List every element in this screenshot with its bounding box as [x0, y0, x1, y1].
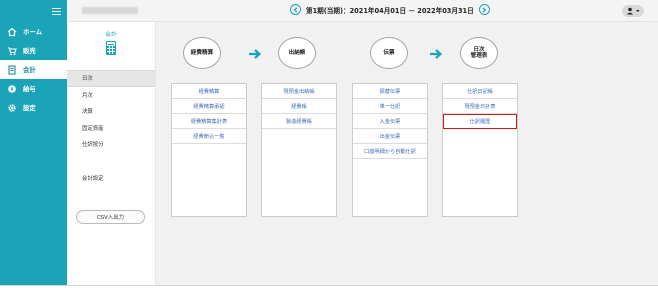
link-expense-list[interactable]: 経費節込一覧 [172, 129, 246, 144]
home-icon [7, 27, 17, 37]
sidebar-item-accounting[interactable]: 会計 [0, 60, 67, 79]
accounting-submenu: 会計 日次 月次 決算 固定資産 仕訳按分 会計設定 CSV入出力 [67, 22, 156, 285]
company-name-blurred [82, 7, 138, 14]
submenu-item-monthly[interactable]: 月次 [67, 87, 155, 104]
user-menu-button[interactable] [622, 5, 644, 17]
link-journal-history[interactable]: 仕訳履歴 [443, 114, 517, 129]
sidebar-item-label: 会計 [23, 66, 36, 74]
step-bubble-daily-reports: 日次 管理表 [460, 37, 498, 69]
links-panel-daily-reports: 仕訳日記帳 現預金日計表 仕訳履歴 [442, 83, 518, 217]
bottom-edge [0, 285, 658, 290]
links-panel-vouchers: 振替伝票 単一仕訳 入金伝票 出金伝票 口座明細から自動仕訳 [352, 83, 428, 217]
next-period-button[interactable] [478, 4, 490, 15]
main-sidebar: ホーム 販売 会計 給与 設定 [0, 0, 67, 285]
submenu-item-daily[interactable]: 日次 [67, 70, 155, 87]
links-panel-expense-settlement: 経費精算 経費精算承認 経費精算集計表 経費節込一覧 [171, 83, 247, 217]
step-bubble-cashbook: 出納帳 [278, 37, 316, 69]
link-payment-voucher[interactable]: 出金伝票 [353, 129, 427, 144]
step-bubble-expense-settlement: 経費精算 [183, 37, 221, 69]
user-icon [626, 7, 640, 15]
link-expense-settlement[interactable]: 経費精算 [172, 84, 246, 99]
link-expense-book[interactable]: 経費帳 [262, 99, 336, 114]
link-expense-approval[interactable]: 経費精算承認 [172, 99, 246, 114]
sidebar-item-sales[interactable]: 販売 [0, 41, 67, 60]
submenu-item-fixed-assets[interactable]: 固定資産 [67, 120, 155, 137]
link-cash-deposit-book[interactable]: 現預金出納帳 [262, 84, 336, 99]
accounting-header: 会計 [67, 22, 155, 70]
link-receipt-voucher[interactable]: 入金伝票 [353, 114, 427, 129]
main-content: 経費精算 出納帳 伝票 日次 管理表 経費精算 経費精算承認 経費精算集計表 経… [156, 22, 658, 285]
link-journal-daybook[interactable]: 仕訳日記帳 [443, 84, 517, 99]
sidebar-top [0, 0, 67, 22]
link-transfer-voucher[interactable]: 振替伝票 [353, 84, 427, 99]
csv-import-export-button[interactable]: CSV入出力 [76, 210, 145, 224]
sidebar-item-label: 販売 [23, 47, 36, 55]
submenu-item-accounting-settings[interactable]: 会計設定 [67, 170, 155, 187]
flow-arrow-icon [430, 49, 443, 59]
sidebar-item-label: ホーム [23, 28, 42, 36]
cart-icon [7, 46, 17, 56]
ledger-icon [7, 64, 17, 75]
fiscal-period-selector: 第1期(当期)：2021年04月01日 － 2022年03月31日 [285, 4, 495, 15]
fiscal-period-text: 第1期(当期)：2021年04月01日 － 2022年03月31日 [306, 6, 474, 15]
calculator-icon [106, 41, 116, 55]
sidebar-item-payroll[interactable]: 給与 [0, 79, 67, 98]
menu-icon[interactable] [52, 7, 61, 15]
links-panel-cashbook: 現預金出納帳 経費帳 製造経費帳 [261, 83, 337, 217]
link-single-journal[interactable]: 単一仕訳 [353, 99, 427, 114]
gear-icon [7, 103, 17, 113]
flow-arrow-icon [249, 49, 262, 59]
previous-period-button[interactable] [290, 4, 301, 15]
link-auto-journal-from-statement[interactable]: 口座明細から自動仕訳 [353, 144, 427, 159]
sidebar-item-label: 設定 [23, 104, 36, 112]
link-expense-summary[interactable]: 経費精算集計表 [172, 114, 246, 129]
coin-icon [7, 84, 17, 94]
sidebar-item-label: 給与 [23, 85, 36, 93]
submenu-item-journal-allocation[interactable]: 仕訳按分 [67, 136, 155, 153]
link-manufacturing-expense-book[interactable]: 製造経費帳 [262, 114, 336, 129]
top-header: 第1期(当期)：2021年04月01日 － 2022年03月31日 [67, 0, 658, 22]
step-bubble-vouchers: 伝票 [370, 37, 408, 69]
submenu-item-closing[interactable]: 決算 [67, 103, 155, 120]
sidebar-item-home[interactable]: ホーム [0, 22, 67, 41]
submenu-title: 会計 [105, 32, 117, 38]
link-daily-cash-report[interactable]: 現預金日計表 [443, 99, 517, 114]
sidebar-item-settings[interactable]: 設定 [0, 98, 67, 117]
